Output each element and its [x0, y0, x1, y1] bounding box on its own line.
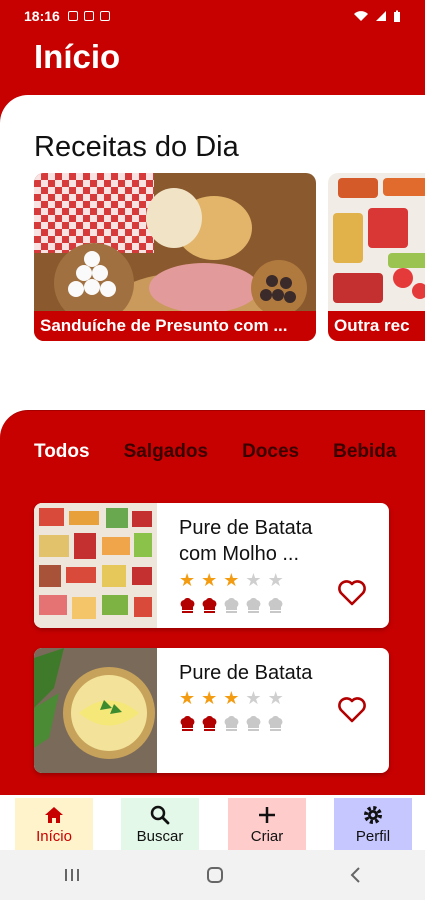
- chef-hat-icon: [246, 598, 261, 613]
- signal-icon: [376, 11, 386, 21]
- nav-perfil[interactable]: Perfil: [334, 798, 412, 850]
- recipe-list-item[interactable]: Pure de Batata ★ ★ ★ ★ ★: [34, 648, 389, 773]
- nav-buscar[interactable]: Buscar: [121, 798, 199, 850]
- chef-hat-icon: [224, 716, 239, 731]
- status-bar: 18:16: [0, 0, 425, 32]
- recipe-title: Pure de Batata com Molho ...: [179, 517, 313, 565]
- star-icon: ★: [223, 688, 240, 708]
- recipe-card-caption: Sanduíche de Presunto com ...: [34, 311, 316, 341]
- chef-hat-icon: [202, 598, 217, 613]
- bottom-navigation: Início Buscar Criar Perfil: [0, 795, 425, 850]
- recipe-thumbnail: [34, 503, 157, 628]
- tab-salgados[interactable]: Salgados: [124, 441, 208, 463]
- recent-apps-icon[interactable]: [63, 867, 81, 883]
- search-icon: [150, 805, 170, 824]
- notification-icon: [99, 11, 110, 21]
- back-icon[interactable]: [349, 866, 363, 884]
- wifi-icon: [354, 11, 368, 21]
- chef-hat-icon: [202, 716, 217, 731]
- daily-recipe-card[interactable]: Outra rec: [328, 173, 425, 341]
- star-icon: ★: [267, 570, 284, 590]
- star-icon: ★: [245, 688, 262, 708]
- nav-label: Criar: [250, 827, 284, 845]
- difficulty-hats: [179, 716, 284, 732]
- star-icon: ★: [201, 570, 218, 590]
- recipe-list-item[interactable]: Pure de Batata com Molho ... ★ ★ ★ ★ ★: [34, 503, 389, 628]
- home-icon: [45, 806, 63, 823]
- system-navigation-bar: [0, 850, 425, 900]
- category-tabs: Todos Salgados Doces Bebida: [34, 441, 396, 463]
- rating-stars: ★ ★ ★ ★ ★: [179, 570, 284, 591]
- tab-bebida[interactable]: Bebida: [333, 441, 396, 463]
- rating-stars: ★ ★ ★ ★ ★: [179, 688, 284, 709]
- battery-icon: [394, 10, 400, 22]
- chef-hat-icon: [224, 598, 239, 613]
- chef-hat-icon: [268, 598, 283, 613]
- star-icon: ★: [179, 688, 196, 708]
- recipe-thumbnail: [34, 648, 157, 773]
- nav-inicio[interactable]: Início: [15, 798, 93, 850]
- difficulty-hats: [179, 598, 284, 614]
- tab-todos[interactable]: Todos: [34, 441, 90, 463]
- notification-icon: [83, 11, 94, 21]
- chef-hat-icon: [180, 716, 195, 731]
- recipe-list-section: Todos Salgados Doces Bebida Pure de Bata…: [0, 410, 425, 795]
- nav-label: Buscar: [136, 827, 184, 845]
- nav-criar[interactable]: Criar: [228, 798, 306, 850]
- app-header: Início: [0, 32, 425, 92]
- daily-recipes-section: Receitas do Dia Sanduíche de Presunto co…: [0, 95, 425, 440]
- section-title: Receitas do Dia: [34, 131, 239, 163]
- gear-icon: [364, 805, 382, 824]
- page-title: Início: [34, 38, 121, 75]
- favorite-heart-icon[interactable]: [337, 579, 367, 607]
- status-time: 18:16: [24, 8, 60, 24]
- plus-icon: [259, 806, 275, 823]
- nav-label: Perfil: [355, 827, 391, 845]
- chef-hat-icon: [268, 716, 283, 731]
- star-icon: ★: [179, 570, 196, 590]
- home-button-icon[interactable]: [206, 866, 224, 884]
- star-icon: ★: [267, 688, 284, 708]
- star-icon: ★: [223, 570, 240, 590]
- chef-hat-icon: [246, 716, 261, 731]
- star-icon: ★: [245, 570, 262, 590]
- tab-doces[interactable]: Doces: [242, 441, 299, 463]
- chef-hat-icon: [180, 598, 195, 613]
- recipe-title: Pure de Batata: [179, 662, 313, 684]
- notification-icon: [67, 11, 78, 21]
- daily-recipe-card[interactable]: Sanduíche de Presunto com ...: [34, 173, 316, 341]
- recipe-card-caption: Outra rec: [328, 311, 425, 341]
- nav-label: Início: [36, 827, 72, 845]
- star-icon: ★: [201, 688, 218, 708]
- favorite-heart-icon[interactable]: [337, 696, 367, 724]
